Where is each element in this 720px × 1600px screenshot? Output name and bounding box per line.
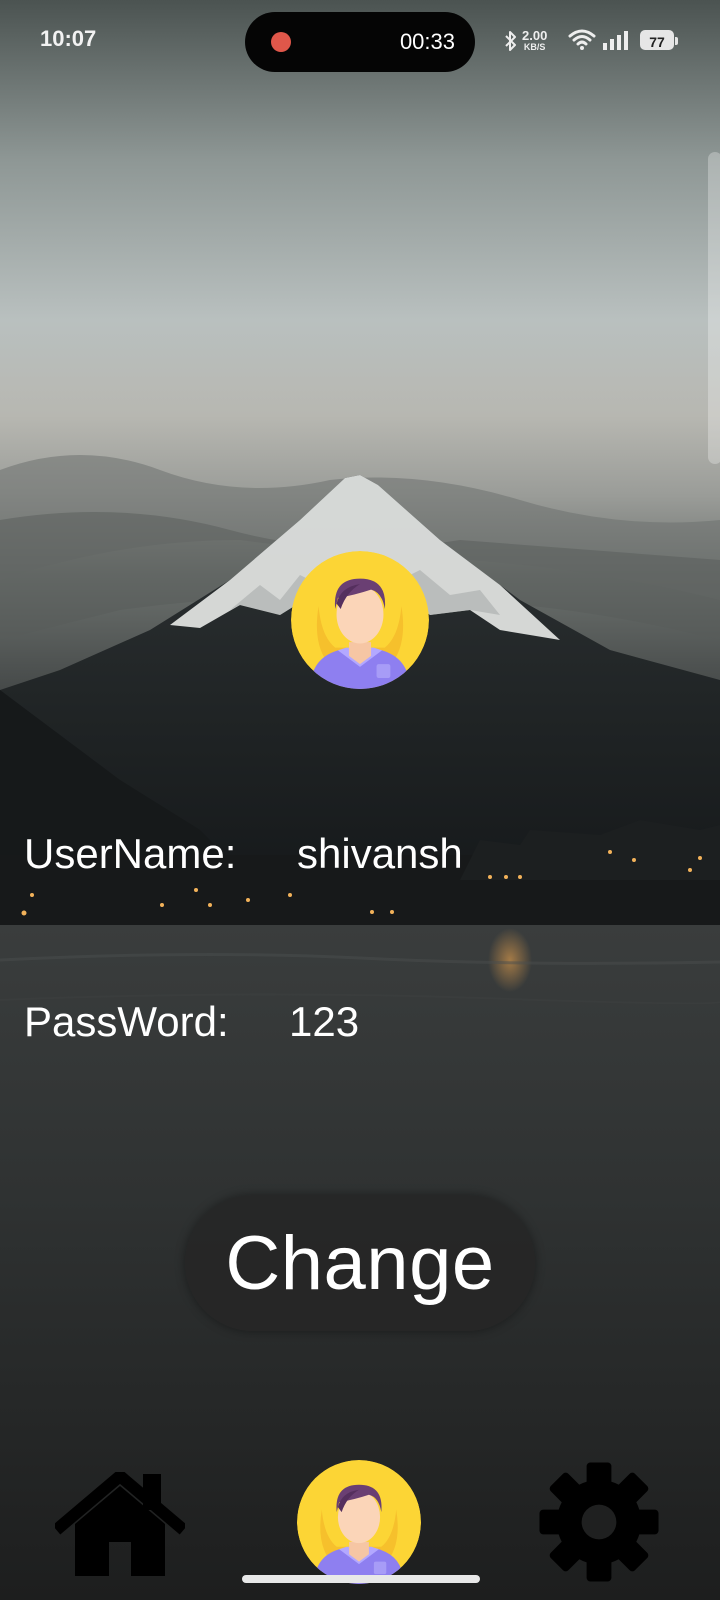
net-speed-unit: KB/S (523, 42, 546, 52)
nav-settings[interactable] (537, 1460, 661, 1584)
screen-recording-indicator[interactable]: 00:33 (245, 12, 475, 72)
record-dot-icon (271, 32, 291, 52)
nav-home[interactable] (52, 1468, 188, 1577)
gesture-bar[interactable] (242, 1575, 480, 1583)
status-bar: 10:07 00:33 2.00 KB/S 77 (0, 0, 720, 84)
battery-icon: 77 (640, 30, 674, 50)
net-speed-value: 2.00 (522, 28, 548, 43)
nav-profile[interactable] (297, 1460, 421, 1584)
recording-time: 00:33 (399, 29, 455, 54)
username-label: UserName: (24, 830, 237, 877)
change-button[interactable]: Change (185, 1195, 535, 1331)
wifi-icon (568, 29, 596, 50)
user-avatar-icon (291, 551, 429, 689)
status-time: 10:07 (40, 26, 97, 51)
net-speed: 2.00 KB/S (522, 29, 547, 52)
mountain-background (0, 455, 720, 1600)
password-value: 123 (289, 998, 360, 1045)
profile-avatar[interactable] (291, 551, 429, 689)
password-label: PassWord: (24, 998, 229, 1045)
user-avatar-icon (297, 1460, 421, 1584)
bluetooth-icon (505, 31, 516, 51)
profile-screen: 10:07 00:33 2.00 KB/S 77 UserName: shiva… (0, 0, 720, 1600)
battery-nub (675, 37, 678, 45)
signal-icon (603, 31, 628, 50)
username-value: shivansh (297, 830, 463, 877)
side-scroll-handle[interactable] (708, 152, 720, 464)
gear-icon (539, 1462, 659, 1582)
home-icon (52, 1468, 188, 1576)
